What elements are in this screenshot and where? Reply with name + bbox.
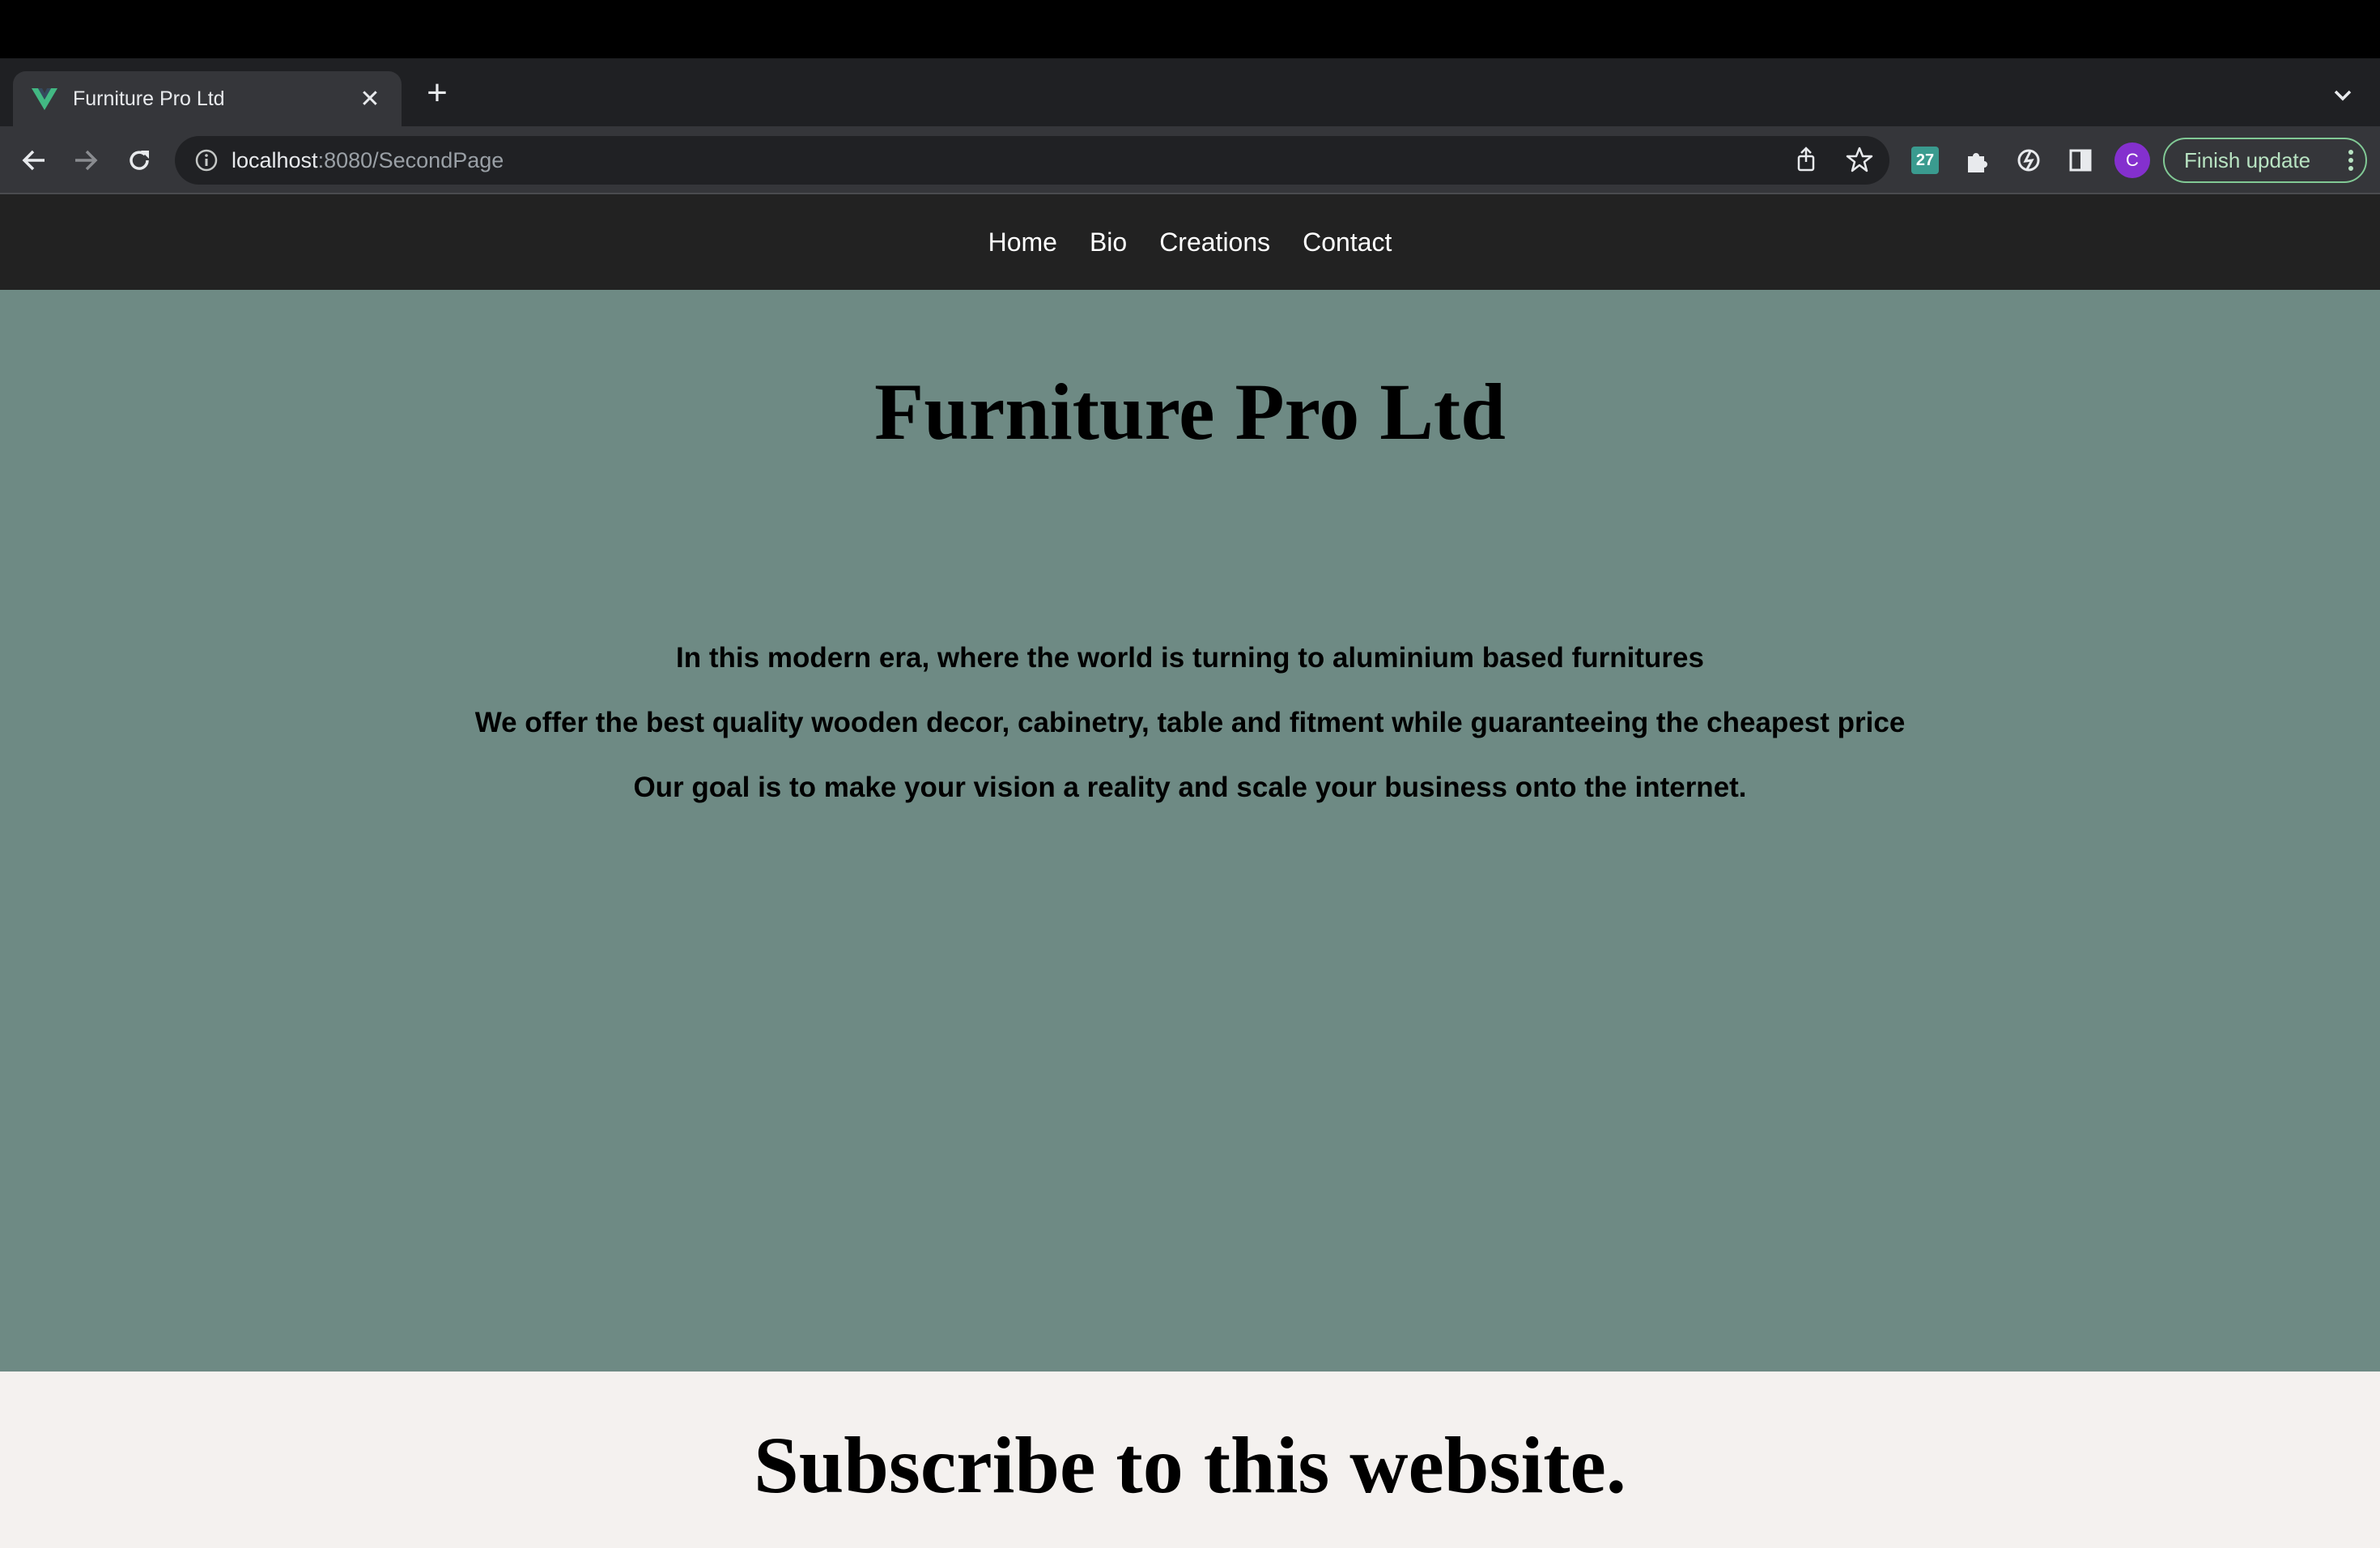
kebab-menu-icon <box>2348 150 2353 171</box>
forward-button[interactable] <box>68 142 104 178</box>
browser-tab[interactable]: Furniture Pro Ltd ✕ <box>13 71 402 126</box>
intro-line: Our goal is to make your vision a realit… <box>633 772 1747 803</box>
extension-badge: 27 <box>1911 147 1939 174</box>
forward-arrow-icon <box>75 150 98 171</box>
avatar[interactable]: C <box>2114 142 2150 178</box>
close-icon[interactable]: ✕ <box>356 85 384 113</box>
page-title: Furniture Pro Ltd <box>874 367 1506 457</box>
extension-badge-icon[interactable]: 27 <box>1907 142 1943 178</box>
finish-update-button[interactable]: Finish update <box>2163 138 2367 183</box>
extension-icon[interactable] <box>2011 142 2046 178</box>
reload-button[interactable] <box>121 142 157 178</box>
info-icon[interactable] <box>194 148 219 172</box>
os-top-bar <box>0 0 2380 58</box>
nav-contact-link[interactable]: Contact <box>1303 228 1392 257</box>
address-bar[interactable]: localhost:8080/SecondPage <box>175 136 1889 185</box>
reload-icon <box>130 151 149 170</box>
back-arrow-icon <box>22 150 45 171</box>
side-panel-icon[interactable] <box>2063 142 2098 178</box>
share-icon[interactable] <box>1792 146 1820 173</box>
nav-home-link[interactable]: Home <box>988 228 1057 257</box>
extensions-row: 27 C <box>1907 142 2150 178</box>
site-navbar: Home Bio Creations Contact <box>0 194 2380 290</box>
intro-line: We offer the best quality wooden decor, … <box>474 707 1906 738</box>
intro-line: In this modern era, where the world is t… <box>676 642 1704 674</box>
puzzle-icon[interactable] <box>1959 142 1995 178</box>
vue-favicon <box>32 88 57 110</box>
tab-title: Furniture Pro Ltd <box>73 87 225 110</box>
url-host: localhost <box>232 147 318 172</box>
subscribe-heading: Subscribe to this website. <box>754 1420 1626 1510</box>
chevron-down-icon[interactable] <box>2327 79 2359 112</box>
plus-icon[interactable]: + <box>421 75 453 111</box>
back-button[interactable] <box>16 142 52 178</box>
subscribe-section: Subscribe to this website. <box>0 1372 2380 1548</box>
tab-strip: Furniture Pro Ltd ✕ + <box>0 58 2380 126</box>
nav-bio-link[interactable]: Bio <box>1090 228 1127 257</box>
finish-update-label: Finish update <box>2184 147 2311 172</box>
star-icon[interactable] <box>1846 146 1873 173</box>
url-path: :8080/SecondPage <box>317 147 504 172</box>
nav-creations-link[interactable]: Creations <box>1159 228 1270 257</box>
hero-section: Furniture Pro Ltd In this modern era, wh… <box>0 290 2380 1372</box>
intro-text: In this modern era, where the world is t… <box>0 626 2380 820</box>
browser-toolbar: localhost:8080/SecondPage 27 C Finish u… <box>0 126 2380 194</box>
